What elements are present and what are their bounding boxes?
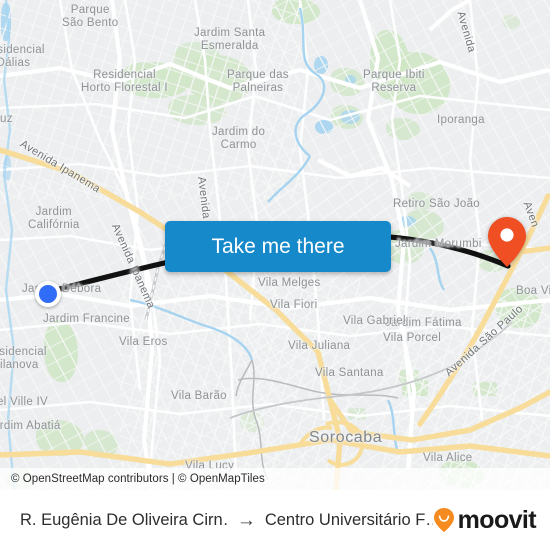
moovit-logo: moovit [433,505,537,535]
take-me-there-button[interactable]: Take me there [165,221,391,272]
moovit-map-screenshot: Parque São BentoJardim Santa EsmeraldaRe… [0,0,550,550]
moovit-wordmark: moovit [457,505,537,534]
origin-marker[interactable] [35,281,61,307]
route-origin-label: R. Eugênia De Oliveira Cirn… [20,510,228,529]
route-summary: R. Eugênia De Oliveira Cirn… → Centro Un… [20,511,433,530]
arrow-right-icon: → [236,509,256,531]
route-destination-label: Centro Universitário F… [264,510,433,529]
attribution-text: © OpenStreetMap contributors | © OpenMap… [11,473,265,485]
moovit-pin-icon [433,508,454,532]
map-attribution[interactable]: © OpenStreetMap contributors | © OpenMap… [0,468,550,490]
map-canvas[interactable]: Parque São BentoJardim Santa EsmeraldaRe… [0,0,550,490]
footer-bar: R. Eugênia De Oliveira Cirn… → Centro Un… [0,490,550,550]
destination-marker[interactable] [487,216,527,268]
